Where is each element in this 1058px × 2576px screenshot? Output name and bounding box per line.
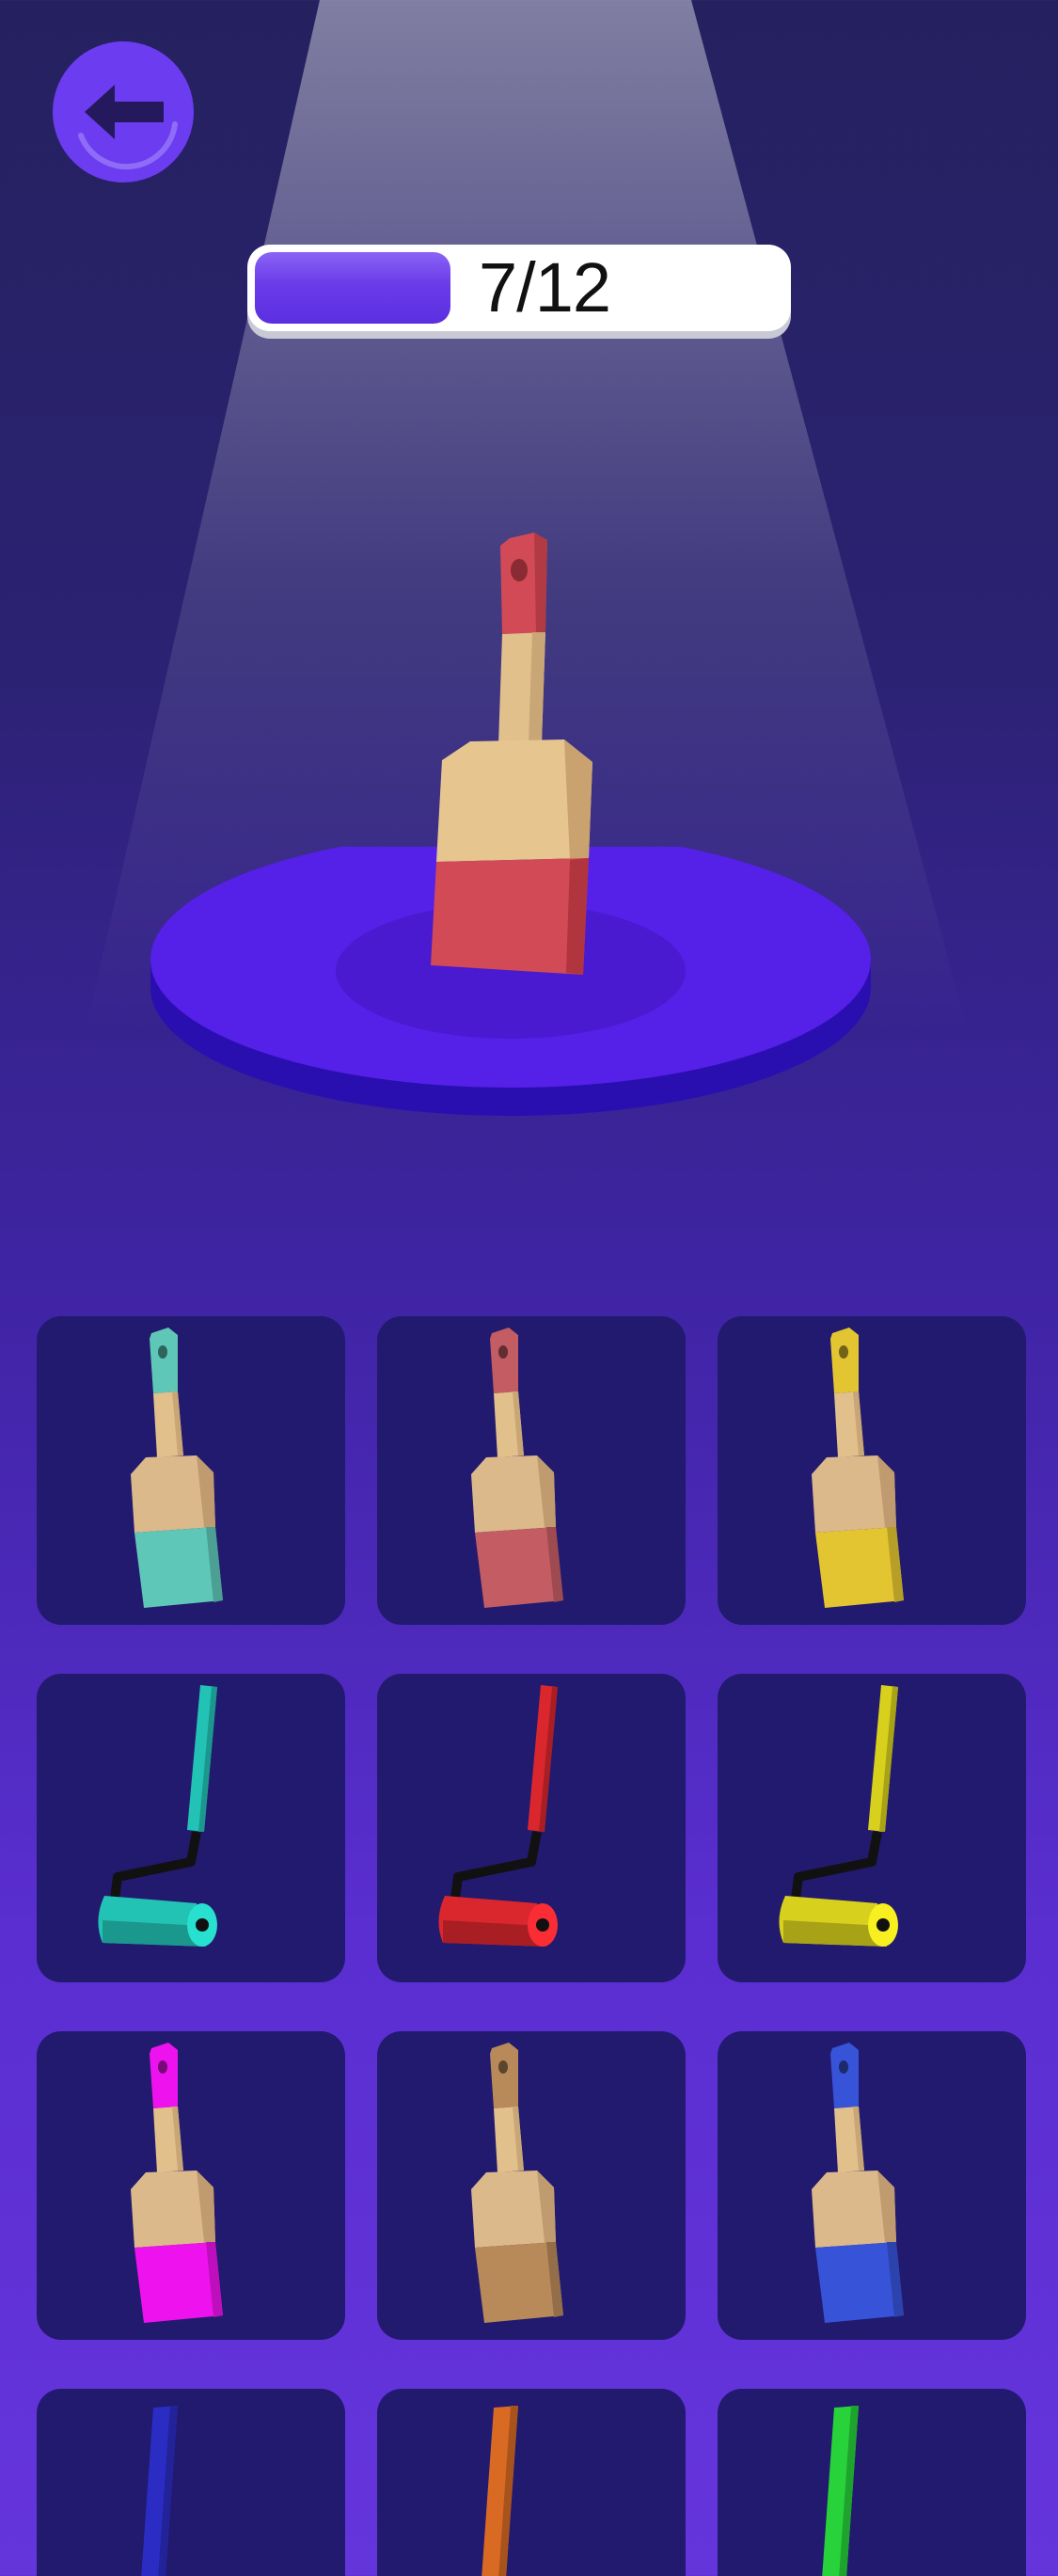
arrow-left-icon — [78, 85, 178, 170]
inventory-slot-teal-roller[interactable] — [37, 1674, 345, 1982]
back-button[interactable] — [53, 41, 194, 183]
inventory-slot-orange-item[interactable] — [377, 2389, 686, 2576]
progress-count: 7/12 — [479, 248, 611, 326]
inventory-slot-green-item[interactable] — [718, 2389, 1026, 2576]
inventory-slot-magenta-brush[interactable] — [37, 2031, 345, 2340]
collection-progress-bar: 7/12 — [247, 245, 791, 331]
inventory-slot-yellow-roller[interactable] — [718, 1674, 1026, 1982]
inventory-slot-tan-brush[interactable] — [377, 2031, 686, 2340]
inventory-slot-yellow-brush[interactable] — [718, 1316, 1026, 1625]
inventory-slot-rose-brush[interactable] — [377, 1316, 686, 1625]
progress-fill — [255, 252, 450, 324]
inventory-slot-blue-brush[interactable] — [718, 2031, 1026, 2340]
inventory-slot-red-roller[interactable] — [377, 1674, 686, 1982]
showcase-paint-brush — [431, 533, 592, 975]
inventory-slot-teal-brush[interactable] — [37, 1316, 345, 1625]
inventory-slot-indigo-item[interactable] — [37, 2389, 345, 2576]
